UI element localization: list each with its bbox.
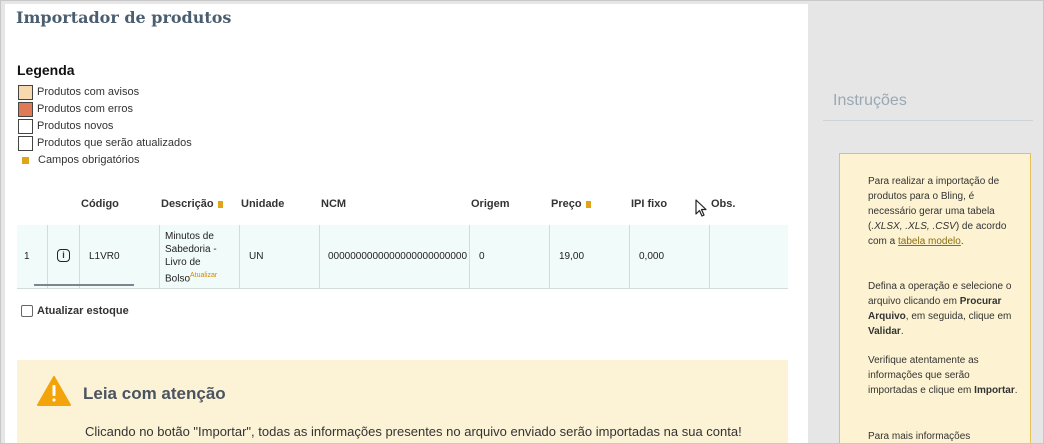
column-divider	[709, 225, 710, 288]
table-row[interactable]: 1 i L1VR0 Minutos de Sabedoria - Livro d…	[17, 225, 788, 289]
info-icon[interactable]: i	[57, 249, 70, 262]
cell-unidade: UN	[249, 251, 264, 262]
cell-preco: 19,00	[559, 251, 585, 262]
column-divider	[79, 225, 80, 288]
instr-text: .	[1014, 385, 1018, 396]
instr-text: , em seguida, clique em	[905, 311, 1012, 322]
row-index: 1	[24, 251, 30, 262]
legend-title: Legenda	[17, 62, 75, 78]
page-title: Importador de produtos	[16, 8, 232, 27]
cell-origem: 0	[479, 251, 485, 262]
header-label: Preço	[551, 198, 582, 210]
legend-label: Produtos com avisos	[37, 86, 140, 98]
instr-text: .	[960, 236, 964, 247]
instructions-paragraph-3: Verifique atentamente as informações que…	[868, 353, 1018, 398]
checkbox-box[interactable]	[21, 305, 33, 317]
column-divider	[549, 225, 550, 288]
header-label: Unidade	[241, 198, 285, 210]
legend-label: Produtos com erros	[37, 103, 133, 115]
update-stock-label: Atualizar estoque	[37, 305, 129, 317]
instructions-paragraph-2: Defina a operação e selecione o arquivo …	[868, 279, 1018, 339]
legend-swatch-errors	[18, 101, 33, 117]
template-table-link[interactable]: tabela modelo	[898, 236, 961, 247]
code-field-underline	[34, 284, 134, 286]
header-origem: Origem	[471, 198, 510, 210]
column-divider	[159, 225, 160, 288]
instructions-title: Instruções	[833, 92, 907, 109]
instructions-paragraph-1: Para realizar a importação de produtos p…	[868, 174, 1018, 249]
header-codigo: Código	[81, 198, 119, 210]
legend-item-required: Campos obrigatórios	[18, 152, 140, 168]
column-divider	[629, 225, 630, 288]
warning-text: Clicando no botão "Importar", todas as i…	[85, 424, 742, 439]
instr-text: .	[900, 326, 904, 337]
mouse-cursor-icon	[695, 199, 707, 217]
required-marker-icon	[22, 156, 29, 164]
update-stock-checkbox[interactable]: Atualizar estoque	[21, 305, 129, 317]
required-marker-icon	[585, 200, 591, 208]
header-obs: Obs.	[711, 198, 735, 210]
header-label: NCM	[321, 198, 347, 210]
column-divider	[47, 225, 48, 288]
legend-swatch-new	[18, 118, 33, 134]
legend-swatch-updated	[18, 135, 33, 151]
header-label: Descrição	[161, 198, 214, 210]
warning-title: Leia com atenção	[83, 384, 226, 403]
header-label: Obs.	[711, 198, 736, 210]
header-ncm: NCM	[321, 198, 346, 210]
instructions-box: Para realizar a importação de produtos p…	[839, 153, 1031, 443]
cell-codigo: L1VR0	[89, 251, 120, 262]
legend-item-updated: Produtos que serão atualizados	[18, 135, 192, 151]
warning-box: Leia com atenção Clicando no botão "Impo…	[17, 360, 788, 443]
header-label: IPI fixo	[631, 198, 668, 210]
column-divider	[319, 225, 320, 288]
legend-label: Produtos novos	[37, 120, 114, 132]
header-descricao: Descrição	[161, 198, 223, 210]
header-label: Origem	[471, 198, 510, 210]
cell-descricao: Minutos de Sabedoria - Livro de BolsoAtu…	[165, 230, 239, 285]
header-preco: Preço	[551, 198, 591, 210]
legend-label: Produtos que serão atualizados	[37, 137, 192, 149]
app-frame: Importador de produtos Legenda Produtos …	[0, 0, 1044, 444]
main-panel: Importador de produtos Legenda Produtos …	[5, 4, 808, 443]
warning-icon	[37, 376, 71, 406]
cell-ipi: 0,000	[639, 251, 665, 262]
instructions-paragraph-4: Para mais informações	[868, 431, 971, 442]
file-formats: .XLSX, .XLS, .CSV	[871, 221, 956, 232]
instructions-divider	[823, 120, 1033, 121]
legend-swatch-warnings	[18, 84, 33, 100]
column-divider	[469, 225, 470, 288]
legend-item-errors: Produtos com erros	[18, 101, 133, 117]
header-label: Código	[81, 198, 119, 210]
legend-label: Campos obrigatórios	[38, 154, 140, 166]
instr-bold: Validar	[868, 326, 901, 337]
cell-ncm: 0000000000000000000000000	[328, 251, 468, 262]
instr-bold: Importar	[974, 385, 1015, 396]
legend-item-new: Produtos novos	[18, 118, 113, 134]
legend-item-warnings: Produtos com avisos	[18, 84, 139, 100]
header-ipi: IPI fixo	[631, 198, 667, 210]
column-divider	[239, 225, 240, 288]
header-unidade: Unidade	[241, 198, 284, 210]
update-tag: Atualizar	[190, 272, 218, 279]
required-marker-icon	[217, 200, 223, 208]
instr-text: Verifique atentamente as informações que…	[868, 355, 979, 396]
